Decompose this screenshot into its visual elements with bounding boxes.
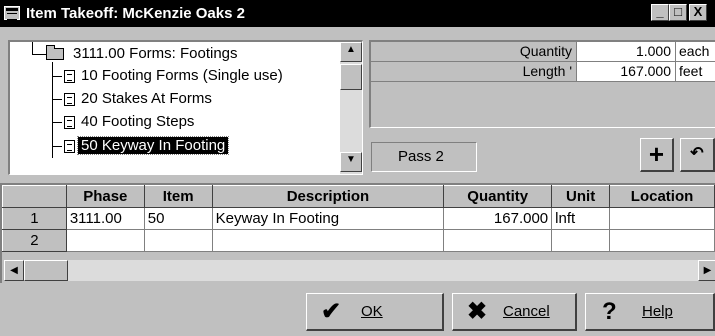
takeoff-tree[interactable]: 3111.00 Forms: Footings 10 Footing Forms…	[8, 40, 363, 175]
title-bar[interactable]: Item Takeoff: McKenzie Oaks 2 _ □ X	[0, 0, 715, 27]
horizontal-scroll-thumb[interactable]	[24, 260, 68, 281]
pass-indicator: Pass 2	[371, 142, 477, 172]
tree-vertical-scrollbar[interactable]: ▲ ▼	[340, 42, 362, 174]
checkmark-icon: ✔	[321, 298, 342, 325]
tree-line	[52, 146, 62, 147]
measurement-panel: Quantity 1.000 each Length ' 167.000 fee…	[369, 40, 715, 128]
document-icon	[64, 70, 75, 83]
tree-item-stakes-at-forms[interactable]: 20 Stakes At Forms	[78, 88, 215, 110]
row-header-corner[interactable]	[2, 185, 67, 208]
undo-icon[interactable]: ↶	[680, 138, 715, 172]
quantity-cell[interactable]: 167.000	[443, 207, 553, 230]
tree-item-forms-footings[interactable]: 3111.00 Forms: Footings	[70, 43, 241, 65]
column-header-item[interactable]: Item	[143, 185, 213, 208]
phase-cell[interactable]	[65, 229, 145, 252]
document-icon	[64, 93, 75, 106]
document-icon	[64, 140, 75, 153]
minimize-button[interactable]: _	[651, 4, 669, 21]
row-number[interactable]: 1	[2, 207, 67, 230]
document-icon	[64, 116, 75, 129]
column-header-location[interactable]: Location	[609, 185, 715, 208]
grid-horizontal-scrollbar[interactable]: ◀ ▶	[4, 260, 715, 281]
item-takeoff-window: Item Takeoff: McKenzie Oaks 2 _ □ X 3111…	[0, 0, 715, 336]
scroll-right-arrow-icon[interactable]: ▶	[698, 260, 715, 281]
x-icon: ✖	[467, 298, 488, 325]
help-button[interactable]: ? Help	[585, 293, 715, 331]
unit-cell[interactable]: lnft	[551, 207, 611, 230]
quantity-label: Quantity	[371, 42, 577, 62]
unit-cell[interactable]	[551, 229, 611, 252]
quantity-field[interactable]: 1.000	[577, 42, 675, 62]
question-mark-icon: ?	[602, 298, 617, 325]
app-icon[interactable]	[4, 6, 20, 20]
tree-line	[52, 76, 62, 77]
cancel-button[interactable]: ✖ Cancel	[452, 293, 577, 331]
table-row[interactable]: 2	[2, 229, 715, 252]
tree-item-label: 10 Footing Forms (Single use)	[81, 67, 283, 84]
length-field[interactable]: 167.000	[577, 62, 675, 82]
scroll-down-arrow-icon[interactable]: ▼	[340, 152, 362, 172]
scroll-up-arrow-icon[interactable]: ▲	[340, 42, 362, 62]
tree-item-footing-steps[interactable]: 40 Footing Steps	[78, 111, 197, 133]
window-title: Item Takeoff: McKenzie Oaks 2	[26, 5, 245, 22]
tree-item-keyway-in-footing[interactable]: 50 Keyway In Footing	[76, 135, 230, 157]
column-header-quantity[interactable]: Quantity	[443, 185, 553, 208]
length-label: Length '	[371, 62, 577, 82]
table-row[interactable]: 1 3111.00 50 Keyway In Footing 167.000 l…	[2, 207, 715, 230]
tree-item-footing-forms[interactable]: 10 Footing Forms (Single use)	[78, 65, 286, 87]
column-header-phase[interactable]: Phase	[65, 185, 145, 208]
description-cell[interactable]: Keyway In Footing	[211, 207, 445, 230]
length-unit: feet	[675, 62, 715, 82]
column-header-description[interactable]: Description	[211, 185, 445, 208]
tree-line	[32, 54, 46, 55]
description-cell[interactable]	[211, 229, 445, 252]
quantity-unit: each	[675, 42, 715, 62]
tree-item-label: 3111.00 Forms: Footings	[73, 45, 238, 62]
tree-item-label: 20 Stakes At Forms	[81, 90, 212, 107]
ok-button[interactable]: ✔ OK	[306, 293, 444, 331]
location-cell[interactable]	[609, 207, 715, 230]
cancel-button-label: Cancel	[503, 303, 550, 320]
maximize-button[interactable]: □	[669, 4, 687, 21]
takeoff-table: Phase Item Description Quantity Unit Loc…	[2, 185, 715, 252]
row-number[interactable]: 2	[2, 229, 67, 252]
ok-button-label: OK	[361, 303, 383, 320]
column-header-unit[interactable]: Unit	[551, 185, 611, 208]
scroll-thumb[interactable]	[340, 64, 362, 90]
tree-line	[52, 99, 62, 100]
phase-cell[interactable]: 3111.00	[65, 207, 145, 230]
tree-item-label: 40 Footing Steps	[81, 113, 195, 130]
help-button-label: Help	[642, 303, 673, 320]
tree-line	[52, 122, 62, 123]
open-folder-icon	[46, 45, 64, 60]
add-icon[interactable]: +	[640, 138, 674, 172]
close-button[interactable]: X	[689, 4, 707, 21]
item-cell[interactable]: 50	[143, 207, 213, 230]
takeoff-grid[interactable]: Phase Item Description Quantity Unit Loc…	[0, 183, 715, 283]
item-cell[interactable]	[143, 229, 213, 252]
tree-line	[32, 42, 33, 54]
location-cell[interactable]	[609, 229, 715, 252]
scroll-left-arrow-icon[interactable]: ◀	[4, 260, 24, 281]
quantity-cell[interactable]	[443, 229, 553, 252]
tree-item-label: 50 Keyway In Footing	[76, 136, 230, 155]
